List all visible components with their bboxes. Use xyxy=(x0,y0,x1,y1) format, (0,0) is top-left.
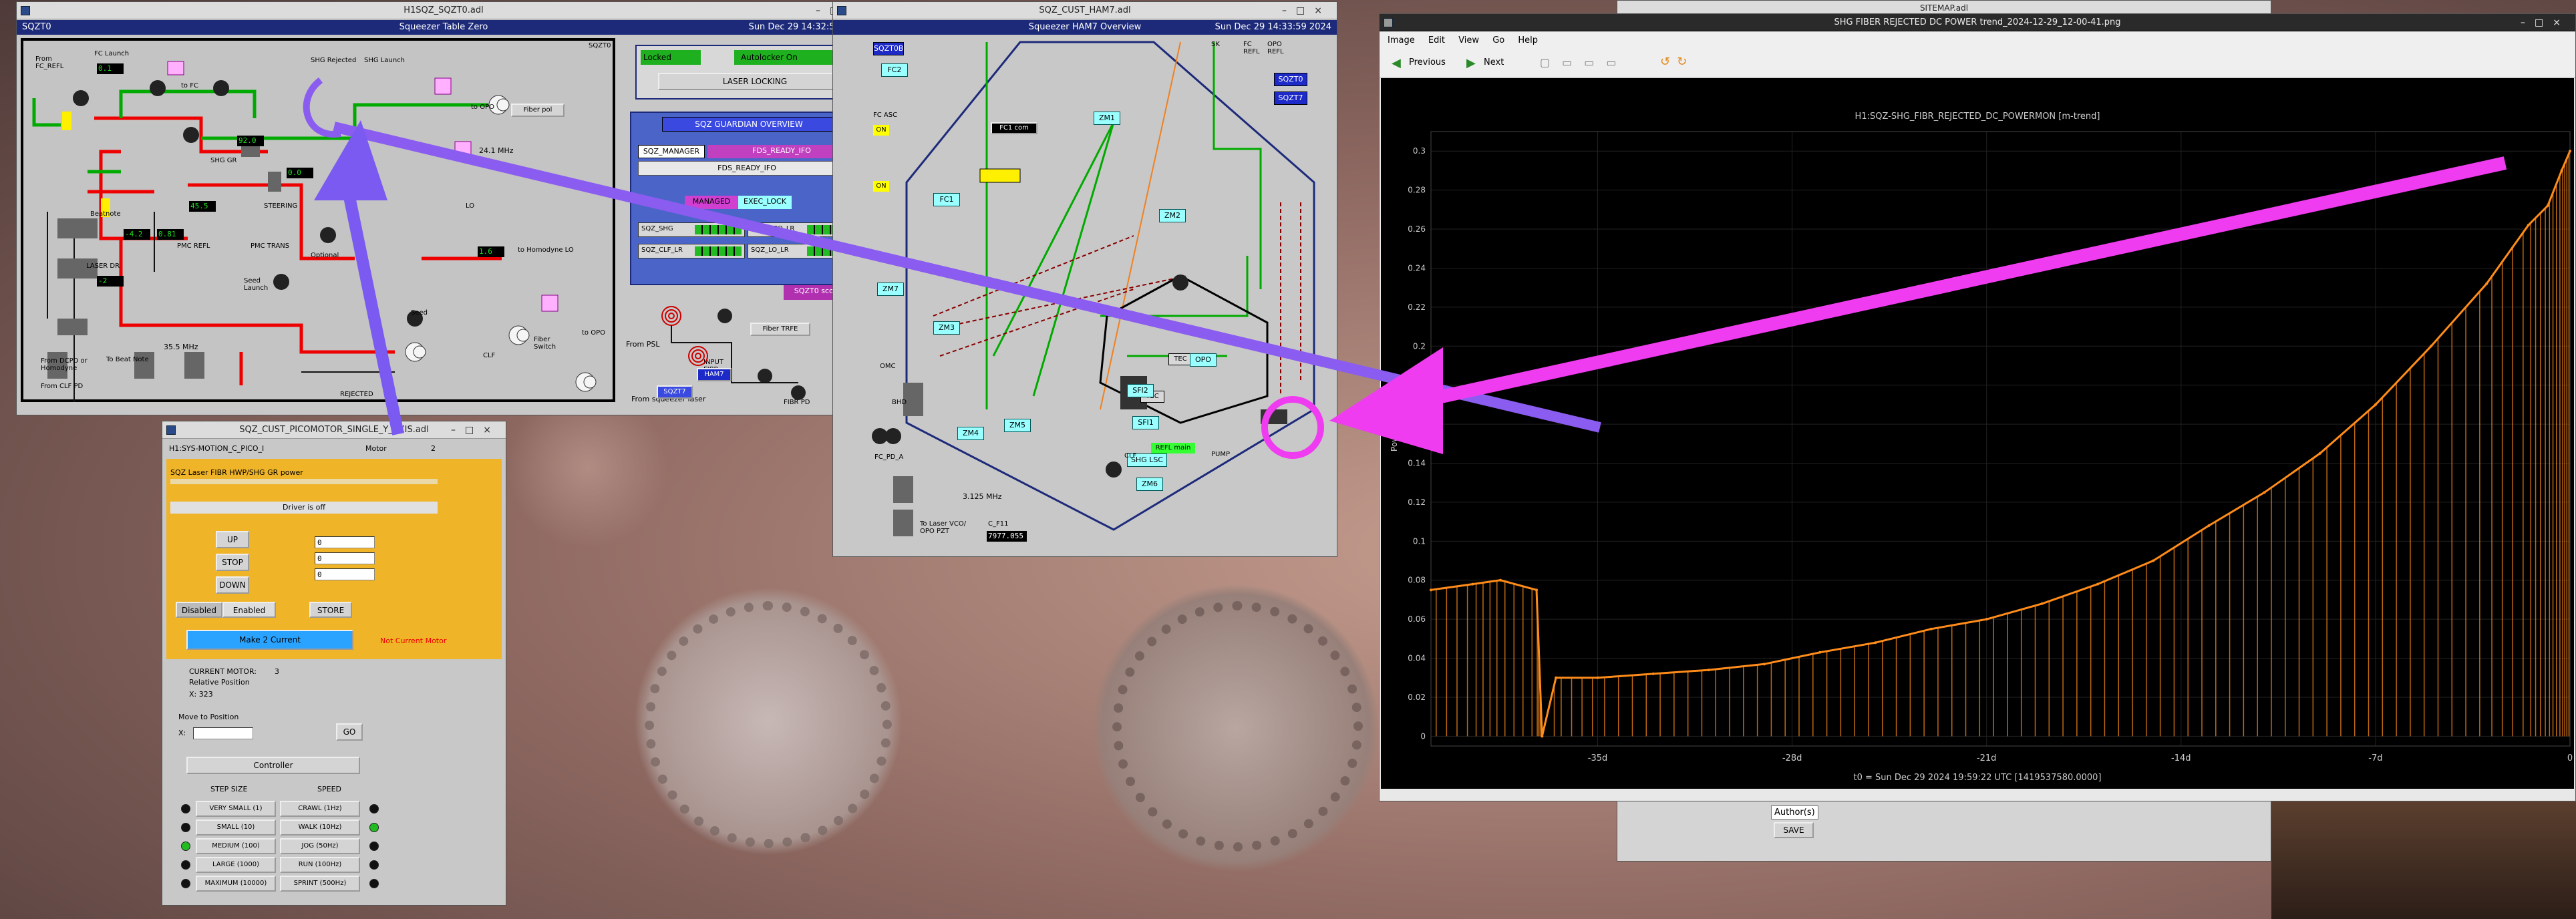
purple-arrow-vertical xyxy=(314,120,404,435)
magenta-circle xyxy=(1261,396,1324,459)
annotation-overlay xyxy=(303,77,2507,459)
